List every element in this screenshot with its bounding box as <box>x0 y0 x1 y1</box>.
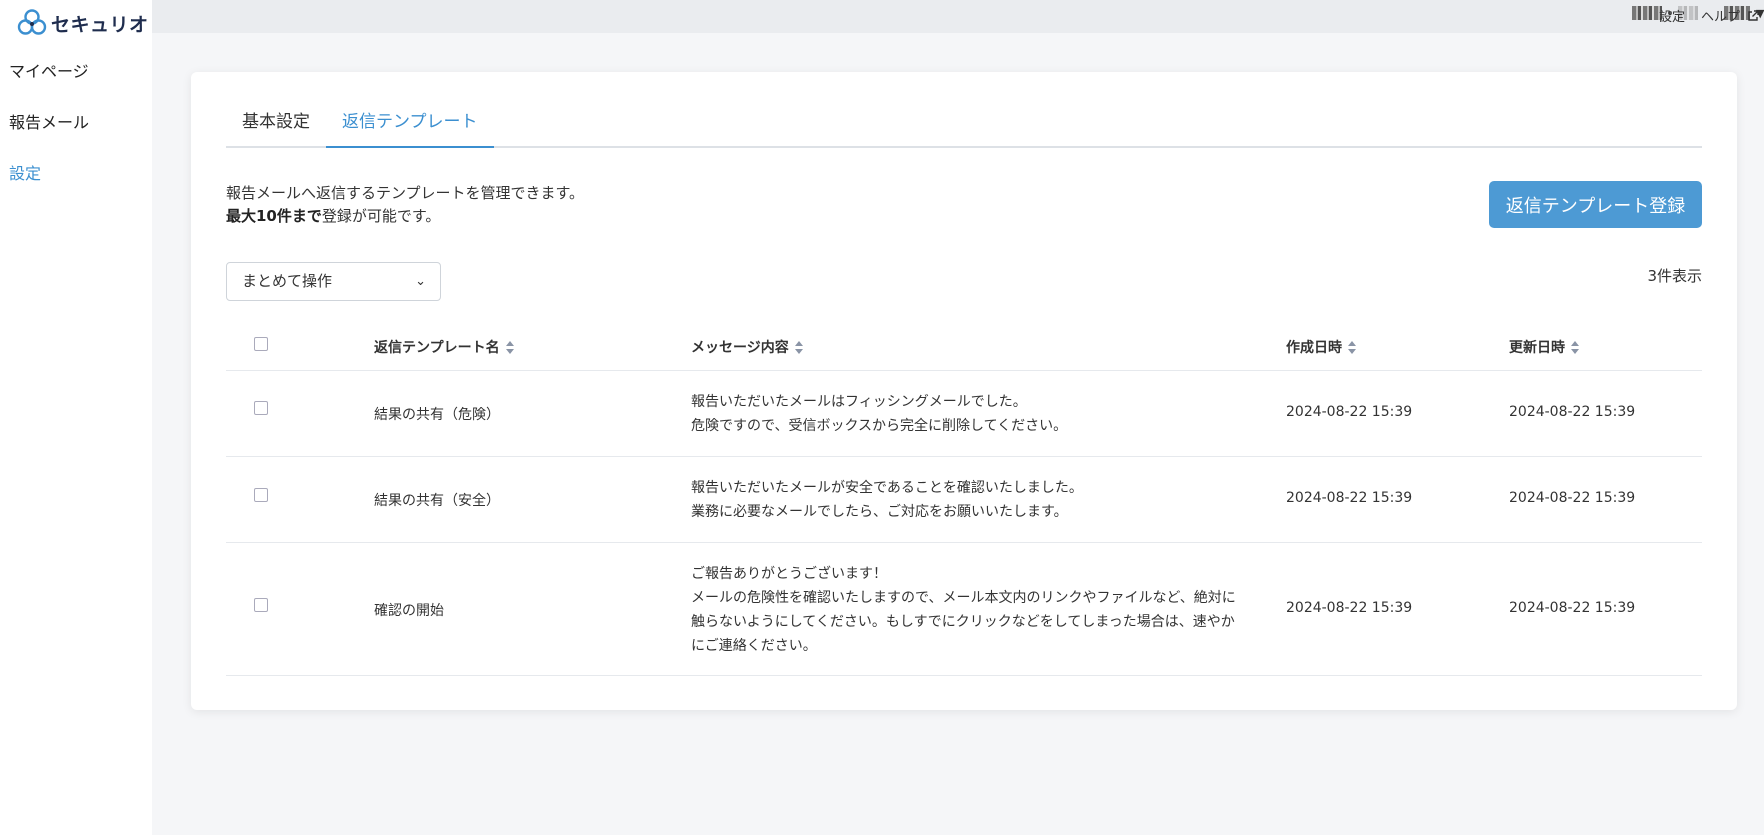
external-link-icon <box>1748 10 1759 21</box>
tab-bar: 基本設定 返信テンプレート <box>226 105 1702 148</box>
settings-link[interactable]: 設定 <box>1659 6 1685 25</box>
column-header-created-label: 作成日時 <box>1286 340 1342 356</box>
updated-date: 2024-08-22 15:39 <box>1509 600 1636 616</box>
tab-reply-template[interactable]: 返信テンプレート <box>326 105 494 148</box>
column-header-name-label: 返信テンプレート名 <box>374 340 500 356</box>
sort-icon <box>1571 341 1579 354</box>
table-row[interactable]: 確認の開始 ご報告ありがとうございます！ メールの危険性を確認いたしますので、メ… <box>226 543 1702 676</box>
table-row[interactable]: 結果の共有（安全） 報告いただいたメールが安全であることを確認いたしました。 業… <box>226 457 1702 543</box>
sidebar-item-mypage[interactable]: マイページ <box>9 58 89 82</box>
help-label: ヘルプ <box>1701 10 1741 25</box>
message-line: 触らないようにしてください。もしすでにクリックなどをしてしまった場合は、速やか <box>691 614 1235 630</box>
template-name[interactable]: 結果の共有（危険） <box>374 404 500 424</box>
bulk-action-select[interactable]: まとめて操作 ⌄ <box>226 262 441 301</box>
created-date: 2024-08-22 15:39 <box>1286 600 1413 616</box>
row-checkbox[interactable] <box>254 598 268 612</box>
message-content: 報告いただいたメールが安全であることを確認いたしました。 業務に必要なメールでし… <box>691 476 1083 524</box>
message-line: 業務に必要なメールでしたら、ご対応をお願いいたします。 <box>691 504 1068 520</box>
tab-basic-settings[interactable]: 基本設定 <box>226 105 326 148</box>
register-template-button[interactable]: 返信テンプレート登録 <box>1489 181 1702 228</box>
created-date: 2024-08-22 15:39 <box>1286 490 1413 506</box>
column-header-message[interactable]: メッセージ内容 <box>691 337 803 357</box>
message-line: にご連絡ください。 <box>691 638 817 654</box>
sort-icon <box>1348 341 1356 354</box>
description-line2: 最大10件まで登録が可能です。 <box>226 205 584 228</box>
chevron-down-icon: ⌄ <box>415 274 426 289</box>
sort-icon <box>505 341 514 354</box>
column-header-name[interactable]: 返信テンプレート名 <box>374 337 514 357</box>
help-link[interactable]: ヘルプ <box>1701 6 1759 25</box>
logo[interactable]: セキュリオ <box>17 8 149 38</box>
description-line1: 報告メールへ返信するテンプレートを管理できます。 <box>226 184 585 202</box>
sort-icon <box>794 341 803 354</box>
description: 報告メールへ返信するテンプレートを管理できます。 最大10件まで登録が可能です。 <box>226 182 584 228</box>
created-date: 2024-08-22 15:39 <box>1286 404 1413 420</box>
sidebar-item-settings[interactable]: 設定 <box>9 160 41 184</box>
logo-text: セキュリオ <box>51 13 149 36</box>
message-line: メールの危険性を確認いたしますので、メール本文内のリンクやファイルなど、絶対に <box>691 590 1236 606</box>
select-all-checkbox[interactable] <box>254 337 268 351</box>
description-limit: 最大10件まで <box>226 207 322 225</box>
column-header-updated-label: 更新日時 <box>1509 340 1565 356</box>
bulk-action-value: まとめて操作 <box>242 272 333 290</box>
row-checkbox[interactable] <box>254 488 268 502</box>
column-header-message-label: メッセージ内容 <box>691 340 789 356</box>
logo-icon <box>17 9 47 35</box>
message-line: ご報告ありがとうございます！ <box>691 566 887 582</box>
settings-card: 基本設定 返信テンプレート 報告メールへ返信するテンプレートを管理できます。 最… <box>191 72 1737 710</box>
message-line: 危険ですので、受信ボックスから完全に削除してください。 <box>691 418 1068 434</box>
topbar: ▼ 設定 ヘルプ <box>152 0 1764 33</box>
message-content: ご報告ありがとうございます！ メールの危険性を確認いたしますので、メール本文内の… <box>691 562 1236 658</box>
redacted-org-name <box>1632 6 1662 20</box>
description-rest: 登録が可能です。 <box>321 207 441 225</box>
sidebar: セキュリオ マイページ 報告メール 設定 <box>0 0 152 835</box>
table-row[interactable]: 結果の共有（危険） 報告いただいたメールはフィッシングメールでした。 危険ですの… <box>226 371 1702 457</box>
template-name[interactable]: 結果の共有（安全） <box>374 490 500 510</box>
template-name[interactable]: 確認の開始 <box>374 600 444 620</box>
column-header-created[interactable]: 作成日時 <box>1286 337 1356 357</box>
message-line: 報告いただいたメールが安全であることを確認いたしました。 <box>691 480 1083 496</box>
table-header: 返信テンプレート名 メッセージ内容 作成日時 更新日時 <box>226 319 1702 371</box>
result-count: 3件表示 <box>1647 267 1702 285</box>
sidebar-item-report-mail[interactable]: 報告メール <box>9 109 89 133</box>
updated-date: 2024-08-22 15:39 <box>1509 490 1636 506</box>
row-checkbox[interactable] <box>254 401 268 415</box>
message-line: 報告いただいたメールはフィッシングメールでした。 <box>691 394 1027 410</box>
updated-date: 2024-08-22 15:39 <box>1509 404 1636 420</box>
message-content: 報告いただいたメールはフィッシングメールでした。 危険ですので、受信ボックスから… <box>691 390 1067 438</box>
column-header-updated[interactable]: 更新日時 <box>1509 337 1579 357</box>
